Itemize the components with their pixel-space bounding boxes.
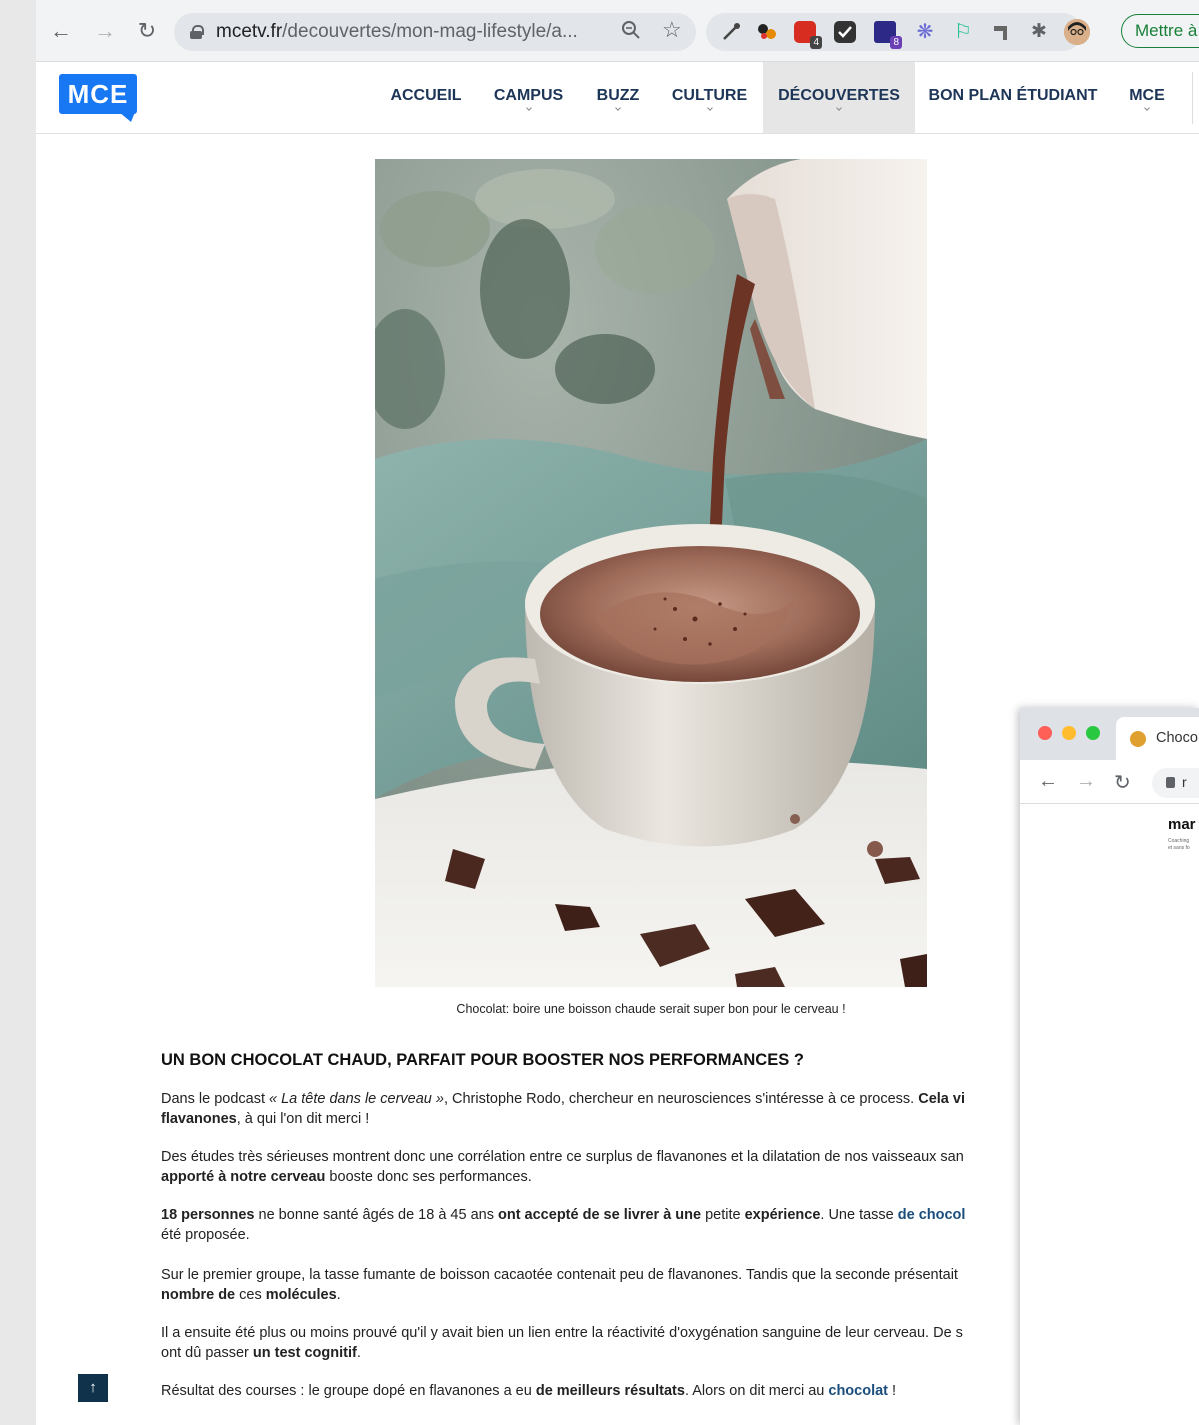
nav-mce[interactable]: MCE — [1121, 62, 1173, 133]
chevron-down-icon — [706, 105, 713, 111]
runner-extension-icon[interactable]: ⚐ — [952, 21, 974, 43]
active-tab[interactable]: Choco — [1116, 717, 1199, 760]
paragraph-1: Dans le podcast « La tête dans le cervea… — [161, 1091, 965, 1127]
gear-flower-extension-icon[interactable]: ❋ — [914, 21, 936, 43]
eyedropper-extension-icon[interactable] — [720, 21, 742, 43]
hot-chocolate-photo — [375, 159, 927, 987]
nav-bon-plan-etudiant[interactable]: BON PLAN ÉTUDIANT — [925, 62, 1101, 133]
site-tagline: Coaching — [1168, 838, 1190, 844]
puzzle-extensions-icon[interactable]: ✱ — [1028, 21, 1050, 43]
checkmark-extension-icon[interactable] — [834, 21, 856, 43]
photo-caption: Chocolat: boire une boisson chaude serai… — [456, 1002, 846, 1016]
paragraph-4: Sur le premier groupe, la tasse fumante … — [161, 1267, 958, 1303]
url-text: mcetv.fr/decouvertes/mon-mag-lifestyle/a… — [216, 21, 578, 42]
browser-toolbar: ← → ↻ mcetv.fr/decouvertes/mon-mag-lifes… — [36, 0, 1199, 62]
flag-extension-icon[interactable] — [990, 21, 1012, 43]
nav-culture[interactable]: CULTURE — [663, 62, 756, 133]
second-browser-window: Choco ← → ↻ r mar Coaching et sans fo — [1020, 708, 1199, 1425]
nav-accueil[interactable]: ACCUEIL — [377, 62, 475, 133]
tab-strip: Choco — [1020, 708, 1199, 760]
site-header: MCE ACCUEIL CAMPUS BUZZ CULTURE DÉCOUVER… — [36, 62, 1199, 134]
second-address-bar[interactable]: r — [1152, 768, 1199, 798]
scroll-to-top-button[interactable]: ↑ — [78, 1374, 108, 1402]
bookmark-star-icon[interactable]: ☆ — [662, 17, 682, 43]
forward-arrow-icon[interactable]: → — [88, 14, 122, 48]
site-brand: mar — [1168, 816, 1196, 833]
lock-icon — [190, 25, 204, 39]
forward-arrow-icon[interactable]: → — [1076, 770, 1096, 793]
graduation-extension-icon[interactable]: 8 — [874, 21, 902, 49]
chocolat-link[interactable]: de chocol — [898, 1207, 966, 1223]
paragraph-6: Résultat des courses : le groupe dopé en… — [161, 1383, 897, 1399]
arrow-up-icon: ↑ — [89, 1379, 97, 1396]
close-window-icon[interactable] — [1038, 726, 1052, 740]
site-tagline: et sans fo — [1168, 845, 1190, 851]
reload-icon[interactable]: ↻ — [1114, 770, 1131, 795]
section-heading: UN BON CHOCOLAT CHAUD, PARFAIT POUR BOOS… — [161, 1051, 804, 1069]
chevron-down-icon — [525, 105, 532, 111]
maximize-window-icon[interactable] — [1086, 726, 1100, 740]
mce-logo[interactable]: MCE — [59, 74, 137, 122]
zoom-icon[interactable] — [621, 20, 641, 46]
reload-icon[interactable]: ↻ — [130, 14, 164, 48]
chevron-down-icon — [615, 105, 621, 111]
chocolat-link[interactable]: chocolat — [828, 1383, 888, 1399]
chevron-down-icon — [1144, 105, 1150, 111]
chevron-down-icon — [836, 105, 842, 111]
extensions-area: 4 8 ❋ ⚐ ✱ — [706, 13, 1106, 51]
update-chrome-button[interactable]: Mettre à — [1121, 14, 1199, 48]
header-divider — [1192, 72, 1193, 124]
nav-decouvertes[interactable]: DÉCOUVERTES — [763, 62, 915, 133]
back-arrow-icon[interactable]: ← — [44, 14, 78, 48]
address-bar[interactable]: mcetv.fr/decouvertes/mon-mag-lifestyle/a… — [174, 13, 696, 51]
lock-icon — [1166, 777, 1175, 788]
favicon-icon — [1130, 731, 1146, 747]
paragraph-2: Des études très sérieuses montrent donc … — [161, 1149, 964, 1185]
minimize-window-icon[interactable] — [1062, 726, 1076, 740]
nav-campus[interactable]: CAMPUS — [485, 62, 572, 133]
paragraph-5: Il a ensuite été plus ou moins prouvé qu… — [161, 1325, 963, 1361]
nav-buzz[interactable]: BUZZ — [589, 62, 647, 133]
paragraph-3: 18 personnes ne bonne santé âgés de 18 à… — [161, 1207, 966, 1243]
red-c-extension-icon[interactable]: 4 — [794, 21, 822, 49]
second-toolbar: ← → ↻ r — [1020, 760, 1199, 804]
back-arrow-icon[interactable]: ← — [1038, 770, 1058, 793]
colorful-extension-icon[interactable] — [756, 21, 778, 43]
profile-avatar[interactable] — [1064, 19, 1090, 45]
